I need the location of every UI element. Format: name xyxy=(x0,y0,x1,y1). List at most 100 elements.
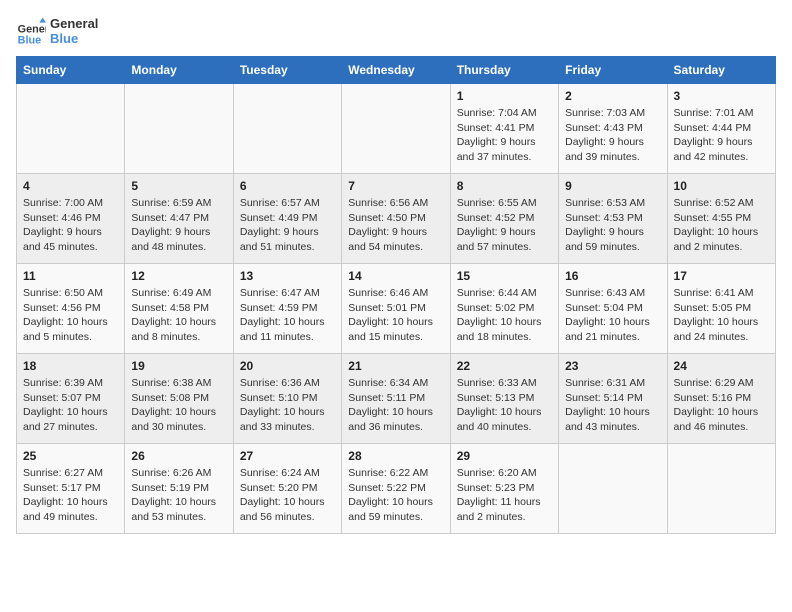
day-info: Sunrise: 6:50 AM Sunset: 4:56 PM Dayligh… xyxy=(23,286,118,345)
day-number: 16 xyxy=(565,269,660,283)
header-friday: Friday xyxy=(559,57,667,84)
calendar-cell: 10 Sunrise: 6:52 AM Sunset: 4:55 PM Dayli… xyxy=(667,174,775,264)
logo-general: General xyxy=(50,16,98,31)
calendar-cell: 3 Sunrise: 7:01 AM Sunset: 4:44 PM Daylig… xyxy=(667,84,775,174)
day-info: Sunrise: 6:57 AM Sunset: 4:49 PM Dayligh… xyxy=(240,196,335,255)
day-number: 25 xyxy=(23,449,118,463)
day-info: Sunrise: 6:52 AM Sunset: 4:55 PM Dayligh… xyxy=(674,196,769,255)
day-info: Sunrise: 6:27 AM Sunset: 5:17 PM Dayligh… xyxy=(23,466,118,525)
calendar-cell: 5 Sunrise: 6:59 AM Sunset: 4:47 PM Daylig… xyxy=(125,174,233,264)
calendar-week-0: 1 Sunrise: 7:04 AM Sunset: 4:41 PM Daylig… xyxy=(17,84,776,174)
calendar-table: SundayMondayTuesdayWednesdayThursdayFrid… xyxy=(16,56,776,534)
calendar-cell: 29 Sunrise: 6:20 AM Sunset: 5:23 PM Dayli… xyxy=(450,444,558,534)
day-number: 23 xyxy=(565,359,660,373)
calendar-week-2: 11 Sunrise: 6:50 AM Sunset: 4:56 PM Dayli… xyxy=(17,264,776,354)
calendar-cell: 9 Sunrise: 6:53 AM Sunset: 4:53 PM Daylig… xyxy=(559,174,667,264)
calendar-cell: 7Sunrise: 6:56 AM Sunset: 4:50 PM Daylig… xyxy=(342,174,450,264)
header-tuesday: Tuesday xyxy=(233,57,341,84)
calendar-cell: 23 Sunrise: 6:31 AM Sunset: 5:14 PM Dayli… xyxy=(559,354,667,444)
day-info: Sunrise: 6:43 AM Sunset: 5:04 PM Dayligh… xyxy=(565,286,660,345)
day-number: 21 xyxy=(348,359,443,373)
day-number: 22 xyxy=(457,359,552,373)
day-number: 28 xyxy=(348,449,443,463)
day-info: Sunrise: 6:49 AM Sunset: 4:58 PM Dayligh… xyxy=(131,286,226,345)
calendar-cell: 11 Sunrise: 6:50 AM Sunset: 4:56 PM Dayli… xyxy=(17,264,125,354)
day-number: 9 xyxy=(565,179,660,193)
day-number: 24 xyxy=(674,359,769,373)
calendar-cell: 12Sunrise: 6:49 AM Sunset: 4:58 PM Dayli… xyxy=(125,264,233,354)
day-info: Sunrise: 7:00 AM Sunset: 4:46 PM Dayligh… xyxy=(23,196,118,255)
calendar-cell: 15Sunrise: 6:44 AM Sunset: 5:02 PM Dayli… xyxy=(450,264,558,354)
calendar-cell xyxy=(125,84,233,174)
calendar-cell xyxy=(233,84,341,174)
day-info: Sunrise: 6:31 AM Sunset: 5:14 PM Dayligh… xyxy=(565,376,660,435)
calendar-week-1: 4 Sunrise: 7:00 AM Sunset: 4:46 PM Daylig… xyxy=(17,174,776,264)
svg-text:Blue: Blue xyxy=(18,35,41,47)
calendar-cell: 6 Sunrise: 6:57 AM Sunset: 4:49 PM Daylig… xyxy=(233,174,341,264)
day-number: 3 xyxy=(674,89,769,103)
day-number: 17 xyxy=(674,269,769,283)
calendar-cell: 25 Sunrise: 6:27 AM Sunset: 5:17 PM Dayli… xyxy=(17,444,125,534)
logo: General Blue General Blue xyxy=(16,16,98,46)
calendar-cell: 28 Sunrise: 6:22 AM Sunset: 5:22 PM Dayli… xyxy=(342,444,450,534)
day-number: 8 xyxy=(457,179,552,193)
day-info: Sunrise: 6:24 AM Sunset: 5:20 PM Dayligh… xyxy=(240,466,335,525)
day-info: Sunrise: 6:33 AM Sunset: 5:13 PM Dayligh… xyxy=(457,376,552,435)
calendar-cell: 24Sunrise: 6:29 AM Sunset: 5:16 PM Dayli… xyxy=(667,354,775,444)
day-number: 4 xyxy=(23,179,118,193)
calendar-cell: 19Sunrise: 6:38 AM Sunset: 5:08 PM Dayli… xyxy=(125,354,233,444)
day-number: 5 xyxy=(131,179,226,193)
calendar-cell xyxy=(17,84,125,174)
day-info: Sunrise: 6:34 AM Sunset: 5:11 PM Dayligh… xyxy=(348,376,443,435)
day-info: Sunrise: 6:22 AM Sunset: 5:22 PM Dayligh… xyxy=(348,466,443,525)
header-monday: Monday xyxy=(125,57,233,84)
calendar-week-4: 25 Sunrise: 6:27 AM Sunset: 5:17 PM Dayli… xyxy=(17,444,776,534)
header-thursday: Thursday xyxy=(450,57,558,84)
day-info: Sunrise: 6:55 AM Sunset: 4:52 PM Dayligh… xyxy=(457,196,552,255)
day-info: Sunrise: 6:53 AM Sunset: 4:53 PM Dayligh… xyxy=(565,196,660,255)
calendar-cell: 17 Sunrise: 6:41 AM Sunset: 5:05 PM Dayli… xyxy=(667,264,775,354)
calendar-cell: 18 Sunrise: 6:39 AM Sunset: 5:07 PM Dayli… xyxy=(17,354,125,444)
header-sunday: Sunday xyxy=(17,57,125,84)
day-info: Sunrise: 6:38 AM Sunset: 5:08 PM Dayligh… xyxy=(131,376,226,435)
day-number: 26 xyxy=(131,449,226,463)
day-info: Sunrise: 7:01 AM Sunset: 4:44 PM Dayligh… xyxy=(674,106,769,165)
day-number: 15 xyxy=(457,269,552,283)
calendar-cell: 8 Sunrise: 6:55 AM Sunset: 4:52 PM Daylig… xyxy=(450,174,558,264)
calendar-week-3: 18 Sunrise: 6:39 AM Sunset: 5:07 PM Dayli… xyxy=(17,354,776,444)
day-info: Sunrise: 6:20 AM Sunset: 5:23 PM Dayligh… xyxy=(457,466,552,525)
day-info: Sunrise: 6:47 AM Sunset: 4:59 PM Dayligh… xyxy=(240,286,335,345)
calendar-cell: 13 Sunrise: 6:47 AM Sunset: 4:59 PM Dayli… xyxy=(233,264,341,354)
day-number: 29 xyxy=(457,449,552,463)
calendar-cell xyxy=(667,444,775,534)
header-saturday: Saturday xyxy=(667,57,775,84)
calendar-cell xyxy=(342,84,450,174)
calendar-cell: 27Sunrise: 6:24 AM Sunset: 5:20 PM Dayli… xyxy=(233,444,341,534)
calendar-cell: 20 Sunrise: 6:36 AM Sunset: 5:10 PM Dayli… xyxy=(233,354,341,444)
day-info: Sunrise: 6:46 AM Sunset: 5:01 PM Dayligh… xyxy=(348,286,443,345)
day-info: Sunrise: 6:36 AM Sunset: 5:10 PM Dayligh… xyxy=(240,376,335,435)
calendar-cell: 22 Sunrise: 6:33 AM Sunset: 5:13 PM Dayli… xyxy=(450,354,558,444)
day-info: Sunrise: 6:39 AM Sunset: 5:07 PM Dayligh… xyxy=(23,376,118,435)
logo-blue: Blue xyxy=(50,31,98,46)
day-number: 11 xyxy=(23,269,118,283)
day-number: 2 xyxy=(565,89,660,103)
day-number: 13 xyxy=(240,269,335,283)
day-info: Sunrise: 6:41 AM Sunset: 5:05 PM Dayligh… xyxy=(674,286,769,345)
calendar-cell xyxy=(559,444,667,534)
day-info: Sunrise: 6:26 AM Sunset: 5:19 PM Dayligh… xyxy=(131,466,226,525)
day-number: 18 xyxy=(23,359,118,373)
calendar-cell: 21 Sunrise: 6:34 AM Sunset: 5:11 PM Dayli… xyxy=(342,354,450,444)
day-number: 6 xyxy=(240,179,335,193)
day-number: 14 xyxy=(348,269,443,283)
calendar-cell: 4 Sunrise: 7:00 AM Sunset: 4:46 PM Daylig… xyxy=(17,174,125,264)
header-wednesday: Wednesday xyxy=(342,57,450,84)
day-info: Sunrise: 7:03 AM Sunset: 4:43 PM Dayligh… xyxy=(565,106,660,165)
day-info: Sunrise: 6:59 AM Sunset: 4:47 PM Dayligh… xyxy=(131,196,226,255)
day-number: 20 xyxy=(240,359,335,373)
calendar-cell: 2 Sunrise: 7:03 AM Sunset: 4:43 PM Daylig… xyxy=(559,84,667,174)
day-number: 1 xyxy=(457,89,552,103)
day-number: 10 xyxy=(674,179,769,193)
day-info: Sunrise: 7:04 AM Sunset: 4:41 PM Dayligh… xyxy=(457,106,552,165)
calendar-cell: 16 Sunrise: 6:43 AM Sunset: 5:04 PM Dayli… xyxy=(559,264,667,354)
